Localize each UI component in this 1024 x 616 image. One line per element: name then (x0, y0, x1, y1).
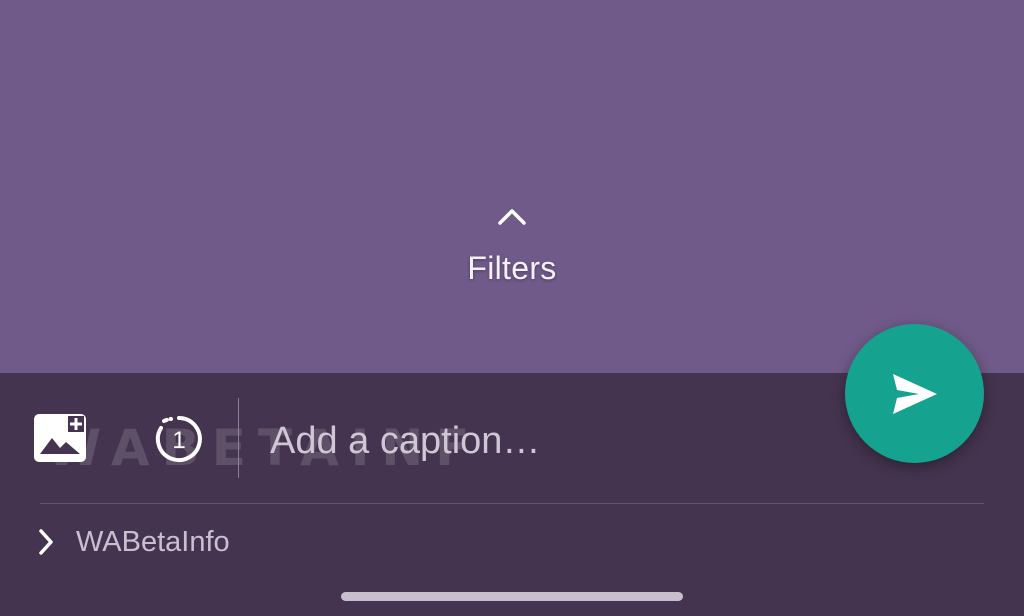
section-divider (40, 503, 984, 504)
send-icon (892, 373, 937, 414)
view-once-toggle[interactable]: 1 (154, 414, 204, 464)
view-once-number: 1 (172, 427, 185, 454)
chevron-right-icon (39, 529, 53, 555)
caption-divider (238, 398, 239, 478)
chevron-up-icon (498, 209, 526, 225)
caption-input[interactable] (270, 413, 830, 469)
recipient-name: WABetaInfo (76, 525, 230, 558)
send-button[interactable] (845, 324, 984, 463)
view-once-icon: 1 (155, 416, 202, 462)
media-editor-screen: Filters WABETAINFO 1 WABetaInfo (0, 0, 1024, 616)
media-preview: Filters (0, 0, 1024, 373)
filters-toggle[interactable]: Filters (412, 206, 612, 287)
filters-label: Filters (467, 250, 557, 286)
add-media-button[interactable] (32, 412, 88, 464)
add-photo-icon (34, 414, 86, 462)
recipients-row[interactable]: WABetaInfo (36, 522, 230, 562)
home-indicator[interactable] (341, 592, 683, 601)
